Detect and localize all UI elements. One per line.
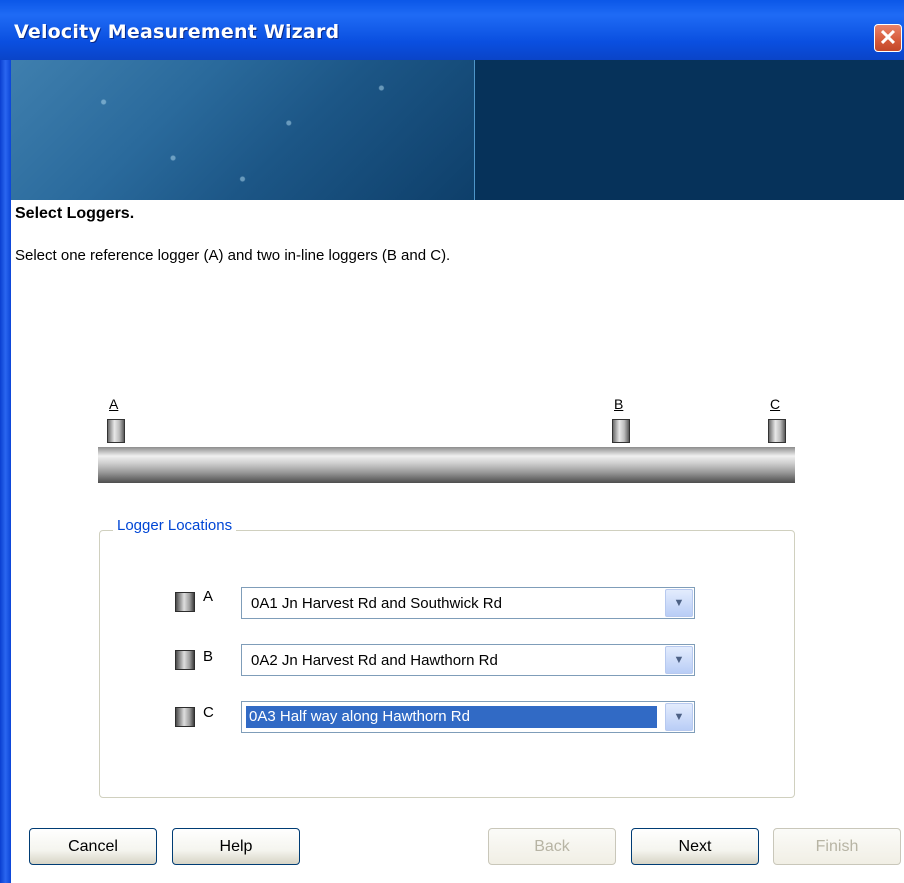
finish-button[interactable]: Finish xyxy=(773,828,901,865)
diagram-label-a: A xyxy=(109,396,119,412)
logger-b-icon xyxy=(612,419,630,443)
logger-c-dropdown-button[interactable]: ▼ xyxy=(665,703,693,731)
close-button[interactable]: ✕ xyxy=(874,24,902,52)
logger-a-dropdown-button[interactable]: ▼ xyxy=(665,589,693,617)
logger-b-select[interactable]: 0A2 Jn Harvest Rd and Hawthorn Rd ▼ xyxy=(241,644,695,676)
logger-c-icon xyxy=(768,419,786,443)
logger-b-value: 0A2 Jn Harvest Rd and Hawthorn Rd xyxy=(251,652,498,669)
logger-row-a-label: A xyxy=(203,588,214,605)
logger-row-b-label: B xyxy=(203,648,214,665)
diagram-label-b: B xyxy=(614,396,624,412)
next-button[interactable]: Next xyxy=(631,828,759,865)
chevron-down-icon: ▼ xyxy=(673,654,685,666)
logger-row-b-icon xyxy=(175,650,195,670)
pipe-diagram xyxy=(98,447,795,483)
close-icon: ✕ xyxy=(878,25,898,50)
page-heading: Select Loggers. xyxy=(15,205,135,222)
diagram-label-c: C xyxy=(770,396,781,412)
help-button[interactable]: Help xyxy=(172,828,300,865)
logger-b-dropdown-button[interactable]: ▼ xyxy=(665,646,693,674)
logger-a-value: 0A1 Jn Harvest Rd and Southwick Rd xyxy=(251,595,502,612)
water-bubbles-image xyxy=(11,60,475,200)
cancel-button[interactable]: Cancel xyxy=(29,828,157,865)
logger-row-c-icon xyxy=(175,707,195,727)
logger-locations-legend: Logger Locations xyxy=(113,517,237,534)
back-button[interactable]: Back xyxy=(488,828,616,865)
chevron-down-icon: ▼ xyxy=(673,597,685,609)
logger-row-a-icon xyxy=(175,592,195,612)
title-bar[interactable]: Velocity Measurement Wizard ✕ xyxy=(0,0,904,60)
instruction-text: Select one reference logger (A) and two … xyxy=(15,247,451,264)
logger-c-select[interactable]: 0A3 Half way along Hawthorn Rd ▼ xyxy=(241,701,695,733)
window-border xyxy=(0,0,11,883)
chevron-down-icon: ▼ xyxy=(673,711,685,723)
logger-c-value: 0A3 Half way along Hawthorn Rd xyxy=(246,706,657,728)
logger-a-icon xyxy=(107,419,125,443)
window-title: Velocity Measurement Wizard xyxy=(14,21,340,43)
logger-a-select[interactable]: 0A1 Jn Harvest Rd and Southwick Rd ▼ xyxy=(241,587,695,619)
header-banner xyxy=(11,60,904,200)
wizard-window: Velocity Measurement Wizard ✕ Select Log… xyxy=(0,0,904,883)
logger-row-c-label: C xyxy=(203,704,214,721)
